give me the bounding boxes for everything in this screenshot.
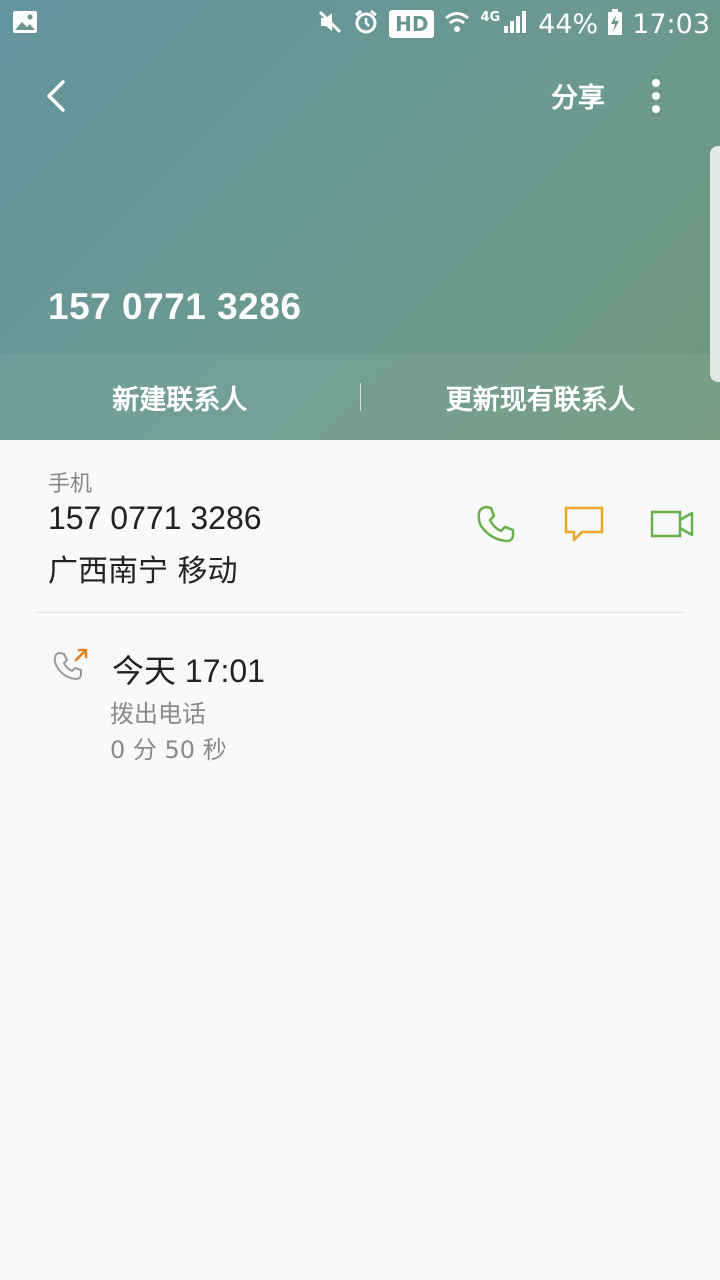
clock: 17:03: [632, 8, 710, 40]
message-button[interactable]: [556, 496, 612, 552]
contact-action-bar: 新建联系人 更新现有联系人: [0, 354, 720, 440]
back-arrow-icon: [47, 80, 65, 112]
battery-percent: 44%: [538, 8, 599, 40]
back-button[interactable]: [30, 70, 82, 122]
edge-panel-handle[interactable]: [710, 146, 720, 382]
hd-badge: HD: [389, 10, 435, 38]
more-vert-icon: [652, 79, 660, 113]
wifi-icon: [444, 9, 470, 39]
call-button[interactable]: [468, 496, 524, 552]
gallery-icon: [12, 10, 38, 38]
update-contact-button[interactable]: 更新现有联系人: [361, 378, 720, 417]
video-call-button[interactable]: [644, 496, 700, 552]
call-log-type: 拨出电话: [110, 700, 206, 728]
call-log-duration: 0 分 50 秒: [110, 736, 227, 764]
status-bar: HD 4G 44% 17:03: [0, 0, 720, 48]
phone-icon: [477, 505, 515, 543]
call-log-time: 今天 17:01: [112, 653, 265, 689]
network-type: 4G: [480, 9, 501, 25]
battery-charging-icon: [608, 9, 623, 39]
section-divider: [36, 612, 684, 613]
contact-header: HD 4G 44% 17:03 分享 157 0771 3286 新建联系人 更…: [0, 0, 720, 440]
alarm-icon: [353, 9, 379, 39]
mute-icon: [317, 9, 343, 39]
signal-icon: [502, 9, 528, 39]
header-phone-number: 157 0771 3286: [48, 286, 302, 327]
share-button[interactable]: 分享: [540, 76, 616, 118]
detail-phone-number[interactable]: 157 0771 3286: [48, 500, 262, 537]
number-location: 广西南宁 移动: [48, 554, 238, 589]
outgoing-call-icon: [50, 644, 94, 688]
new-contact-button[interactable]: 新建联系人: [0, 378, 360, 417]
number-type-label: 手机: [48, 472, 93, 497]
more-options-button[interactable]: [640, 74, 672, 120]
message-icon: [564, 506, 604, 542]
video-call-icon: [650, 510, 694, 538]
